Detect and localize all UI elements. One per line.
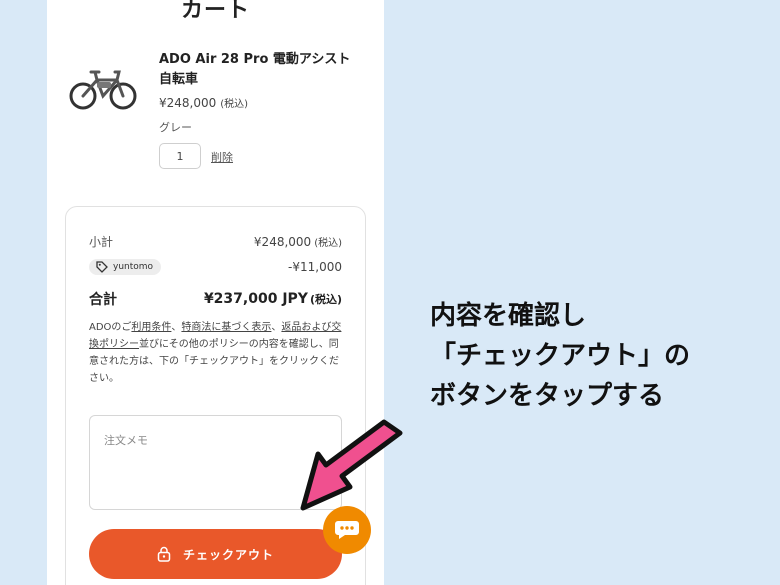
coupon-badge[interactable]: yuntomo (89, 259, 162, 275)
checkout-button[interactable]: チェックアウト (89, 529, 342, 579)
policy-text: ADOのご利用条件、特商法に基づく表示、返品および交換ポリシー並びにその他のポリ… (89, 319, 345, 387)
discount-value: -¥11,000 (288, 260, 342, 274)
product-variant: グレー (159, 121, 192, 134)
commerce-law-link[interactable]: 特商法に基づく表示 (181, 322, 271, 333)
chat-icon (335, 521, 359, 539)
subtotal-row: 小計 ¥248,000 (税込) (89, 233, 342, 250)
policy-sep-2: 、 (271, 322, 282, 333)
product-name[interactable]: ADO Air 28 Pro 電動アシスト自転車 (159, 50, 359, 90)
instruction-line-2: 「チェックアウト」の (430, 341, 691, 371)
instruction-line-3: ボタンをタップする (430, 381, 665, 411)
total-label: 合計 (89, 292, 117, 308)
subtotal-tax: (税込) (314, 238, 342, 249)
total-row: 合計 ¥237,000 JPY (税込) (89, 289, 342, 309)
product-price-tax: (税込) (220, 99, 249, 110)
subtotal-value: ¥248,000 (税込) (254, 234, 342, 249)
total-value: ¥237,000 JPY (税込) (204, 291, 342, 307)
tag-icon (96, 261, 108, 273)
delete-link[interactable]: 削除 (211, 149, 233, 165)
page-title: カート (180, 0, 250, 23)
product-price-value: ¥248,000 (159, 96, 217, 110)
cart-screen: カート ADO Air 28 Pro 電動アシスト自転車 ¥248,000 (税込… (47, 0, 384, 585)
product-image[interactable] (67, 60, 139, 112)
policy-sep-1: 、 (171, 322, 182, 333)
order-memo-field[interactable]: 注文メモ (89, 415, 342, 510)
subtotal-amount: ¥248,000 (253, 235, 312, 249)
terms-link[interactable]: 利用条件 (131, 322, 171, 333)
chat-button[interactable] (323, 506, 371, 554)
discount-row: yuntomo -¥11,000 (89, 259, 342, 275)
lock-icon (157, 546, 171, 562)
order-summary: 小計 ¥248,000 (税込) yuntomo -¥11,000 合計 ¥237… (65, 206, 366, 585)
total-tax: (税込) (309, 293, 342, 306)
coupon-code: yuntomo (113, 262, 154, 272)
checkout-label: チェックアウト (182, 547, 274, 562)
policy-text-1: ADOのご (89, 322, 132, 333)
total-amount: ¥237,000 JPY (203, 291, 308, 307)
product-price: ¥248,000 (税込) (159, 95, 248, 110)
instruction-line-1: 内容を確認し (430, 301, 587, 331)
instruction-text: 内容を確認し 「チェックアウト」の ボタンをタップする (430, 296, 770, 416)
subtotal-label: 小計 (89, 235, 114, 249)
quantity-input[interactable]: 1 (159, 143, 201, 169)
